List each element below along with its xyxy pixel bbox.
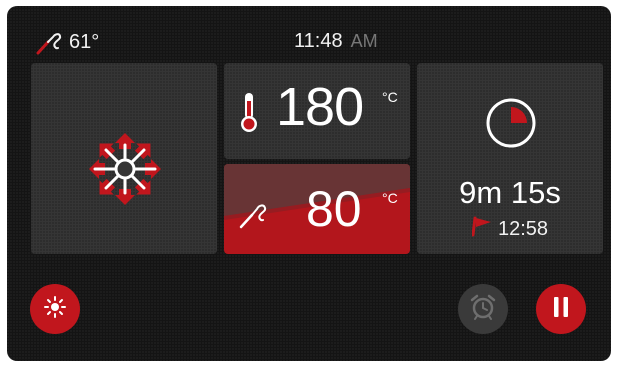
pause-button[interactable]: [536, 284, 586, 334]
timer-end-time: 12:58: [498, 217, 549, 240]
timer-tile[interactable]: 9m 15s 12:58: [417, 63, 603, 254]
light-button[interactable]: [30, 284, 80, 334]
clock-time: 11:48: [294, 30, 343, 52]
clock: 11:48 AM: [294, 30, 378, 53]
flag-icon: [471, 215, 494, 243]
probe-temperature: 61°: [69, 30, 100, 53]
alarm-button[interactable]: [458, 284, 508, 334]
oven-temperature-tile[interactable]: 180 °C: [224, 63, 410, 159]
probe-status: 61°: [35, 29, 99, 55]
fan-mode-tile[interactable]: [31, 63, 217, 254]
meat-probe-icon: [35, 29, 63, 55]
thermometer-icon: [240, 91, 258, 138]
timer-pie-icon: [485, 97, 537, 154]
meat-probe-icon: [239, 199, 269, 234]
probe-target-value: 80: [306, 181, 362, 237]
oven-temperature-value: 180: [276, 77, 364, 137]
clock-ampm: AM: [350, 31, 378, 51]
convection-fan-icon: [87, 131, 163, 212]
timer-end: 12:58: [471, 215, 549, 243]
alarm-clock-icon: [469, 293, 497, 326]
oven-temperature-unit: °C: [382, 89, 398, 105]
timer-remaining: 9m 15s: [459, 175, 561, 210]
pause-icon: [551, 296, 571, 323]
probe-target-unit: °C: [382, 190, 398, 206]
oven-control-screen: 61° 11:48 AM 180 °C 80 °C 9m 15s 12:58: [7, 6, 611, 361]
probe-target-tile[interactable]: 80 °C: [224, 164, 410, 254]
light-sun-icon: [44, 295, 66, 323]
timer-progress-wedge: [511, 107, 527, 123]
